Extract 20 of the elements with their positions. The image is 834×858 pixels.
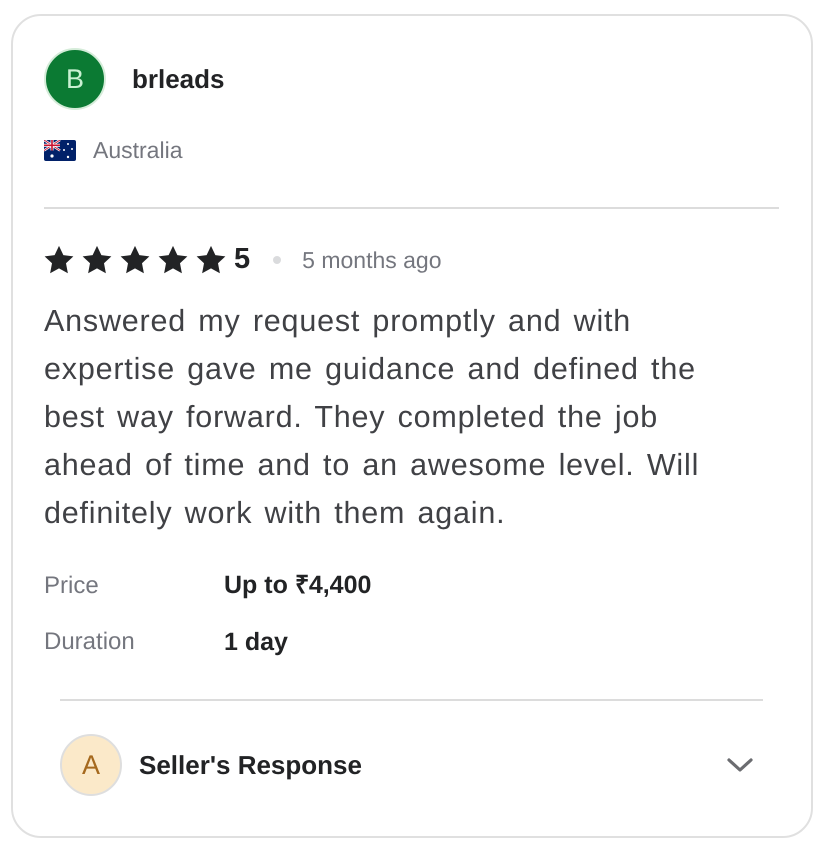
user-avatar: B <box>44 48 106 110</box>
star-filled-icon <box>158 245 188 274</box>
star-filled-icon <box>82 245 112 274</box>
reviewer-name: brleads <box>132 62 224 96</box>
seller-response-title: Seller's Response <box>139 748 362 782</box>
review-time: 5 months ago <box>302 246 442 275</box>
seller-avatar: A <box>60 734 122 796</box>
star-filled-icon <box>44 245 74 274</box>
detail-value: 1 day <box>224 626 288 658</box>
star-filled-icon <box>120 245 150 274</box>
review-text: Answered my request promptly and with expertise gave me guidance and defined the best way forward. They completed the job ahead of time and to an awesome level. Will definitely work with them again. <box>44 303 700 532</box>
detail-value: Up to ₹4,400 <box>224 570 372 601</box>
separator-dot-icon <box>273 256 282 264</box>
chevron-down-icon[interactable] <box>726 756 754 774</box>
country-name: Australia <box>93 136 182 165</box>
detail-label: Price <box>44 570 100 601</box>
detail-label: Duration <box>44 627 136 658</box>
flag-icon <box>44 140 76 161</box>
star-filled-icon <box>196 245 226 274</box>
rating-score: 5 <box>234 245 250 274</box>
